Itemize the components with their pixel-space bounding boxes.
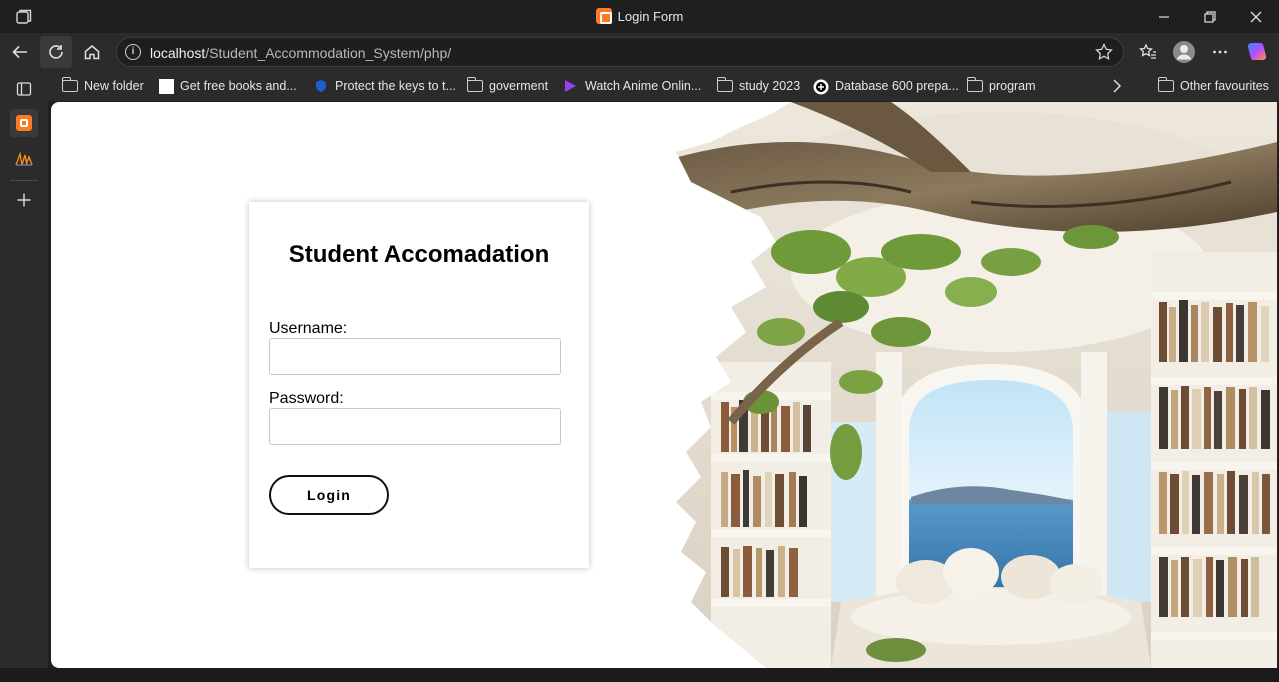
favorite-new-folder[interactable]: New folder <box>62 77 144 95</box>
favorite-database-600[interactable]: Database 600 prepa... <box>813 77 959 95</box>
favorite-free-books[interactable]: Get free books and... <box>159 77 297 95</box>
favorites-button[interactable] <box>1132 36 1164 68</box>
refresh-button[interactable] <box>40 36 72 68</box>
url-text[interactable]: localhost/Student_Accommodation_System/p… <box>150 45 451 61</box>
sidebar <box>0 71 48 682</box>
favorite-goverment[interactable]: goverment <box>467 77 548 95</box>
folder-icon <box>467 77 483 92</box>
more-dots-icon <box>1213 50 1227 54</box>
tab-actions-button[interactable] <box>10 75 38 103</box>
site-info-icon[interactable]: i <box>125 44 141 60</box>
back-arrow-icon <box>12 45 27 59</box>
restore-button[interactable] <box>1187 0 1233 33</box>
sidebar-divider <box>10 180 38 181</box>
copilot-icon <box>1247 43 1267 60</box>
window-title: Login Form <box>0 8 1279 24</box>
favorite-other-favourites[interactable]: Other favourites <box>1158 77 1269 95</box>
vertical-tabs-icon <box>16 82 32 96</box>
folder-icon <box>1158 77 1174 92</box>
chevron-right-icon <box>1113 79 1122 93</box>
reading-nook-image <box>671 102 1277 668</box>
play-icon <box>563 79 579 93</box>
login-card: Student Accomadation Username: Password:… <box>249 202 589 568</box>
tab-phpmyadmin[interactable] <box>10 145 38 173</box>
plus-icon <box>17 193 31 207</box>
home-button[interactable] <box>76 36 108 68</box>
favorite-star-icon[interactable] <box>1094 42 1114 62</box>
password-label: Password: <box>269 390 344 407</box>
favorite-protect-keys[interactable]: Protect the keys to t... <box>313 77 456 95</box>
favorite-watch-anime[interactable]: Watch Anime Onlin... <box>563 77 701 95</box>
close-icon <box>1250 11 1262 22</box>
login-heading: Student Accomadation <box>288 241 550 268</box>
tab-login-form[interactable] <box>10 109 38 137</box>
refresh-icon <box>49 45 63 59</box>
restore-icon <box>1204 10 1216 23</box>
favorite-program[interactable]: program <box>967 77 1036 95</box>
minimize-icon <box>1159 15 1169 18</box>
favorites-bar: New folder Get free books and... Protect… <box>48 71 1279 101</box>
new-tab-button[interactable] <box>10 186 38 214</box>
title-bar: Login Form <box>0 0 1279 33</box>
xampp-icon <box>16 115 32 131</box>
phpmyadmin-icon <box>15 152 33 166</box>
folder-icon <box>967 77 983 92</box>
shield-icon <box>313 79 329 93</box>
close-button[interactable] <box>1233 0 1279 33</box>
site-icon <box>813 79 829 95</box>
username-input[interactable] <box>269 338 561 375</box>
avatar-icon <box>1173 41 1195 63</box>
home-icon <box>84 45 100 60</box>
password-input[interactable] <box>269 408 561 445</box>
more-menu-button[interactable] <box>1204 36 1236 68</box>
username-label: Username: <box>269 320 348 337</box>
profile-button[interactable] <box>1168 36 1200 68</box>
folder-icon <box>62 77 78 92</box>
page-icon <box>159 78 174 94</box>
favorite-study-2023[interactable]: study 2023 <box>717 77 800 95</box>
xampp-favicon-icon <box>595 8 612 24</box>
back-button[interactable] <box>4 36 36 68</box>
address-bar[interactable]: i localhost/Student_Accommodation_System… <box>116 37 1124 67</box>
login-button[interactable]: Login <box>269 475 389 515</box>
folder-icon <box>717 77 733 92</box>
page-viewport: Student Accomadation Username: Password:… <box>51 102 1277 668</box>
copilot-button[interactable] <box>1241 36 1273 68</box>
favorites-list-icon <box>1139 43 1156 59</box>
taskbar-strip <box>0 668 1279 682</box>
favorites-overflow-button[interactable] <box>1112 77 1122 95</box>
navigation-bar: i localhost/Student_Accommodation_System… <box>0 33 1279 71</box>
minimize-button[interactable] <box>1141 0 1187 33</box>
